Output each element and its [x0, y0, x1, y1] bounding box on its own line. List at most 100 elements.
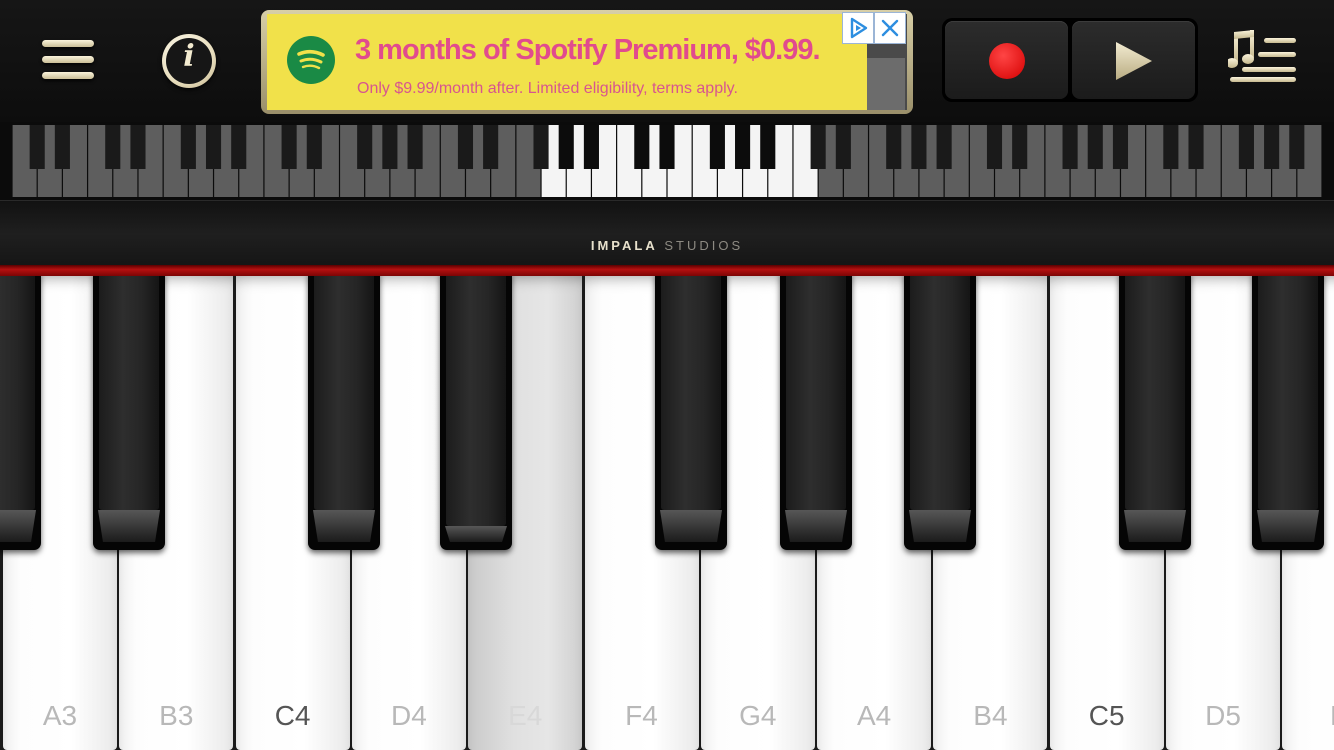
black-key[interactable] [308, 276, 380, 550]
black-key[interactable] [655, 276, 727, 550]
black-key-face [314, 276, 374, 510]
mini-black-key [205, 125, 222, 169]
mini-black-key [130, 125, 146, 169]
black-key-face [786, 276, 846, 510]
menu-line [42, 40, 94, 47]
mini-black-key [281, 125, 297, 169]
key-label: C5 [1088, 700, 1125, 731]
play-button[interactable] [1072, 21, 1195, 99]
mini-black-key [986, 125, 1003, 169]
key-label: D5 [1205, 700, 1241, 731]
black-key[interactable] [1252, 276, 1324, 550]
black-key-face [0, 276, 35, 510]
mini-black-key [1289, 125, 1305, 169]
black-key[interactable] [904, 276, 976, 550]
spotify-icon [287, 36, 335, 84]
black-key-lip [660, 510, 722, 542]
mini-black-key [29, 125, 45, 169]
key-label: E [1282, 700, 1334, 732]
top-toolbar: i 3 months of Spotify Premium, $0.99. On… [0, 0, 1334, 122]
menu-line [42, 72, 94, 79]
mini-black-key [180, 125, 196, 169]
black-key[interactable] [0, 276, 41, 550]
black-key-lip [909, 510, 971, 542]
key-label: E4 [508, 700, 543, 731]
red-felt-strip [0, 265, 1334, 276]
mini-black-key [936, 125, 952, 169]
black-key[interactable] [440, 276, 512, 550]
black-key-lip [785, 510, 847, 542]
mini-black-key [457, 125, 474, 169]
key-label: A4 [856, 700, 892, 731]
mini-black-key [659, 125, 675, 169]
mini-black-key [1264, 125, 1280, 169]
mini-black-key [357, 125, 373, 169]
key-label: C4 [274, 700, 311, 731]
ad-content[interactable]: 3 months of Spotify Premium, $0.99. Only… [267, 14, 867, 110]
mini-black-key [886, 125, 902, 169]
play-icon [1116, 42, 1152, 80]
ad-headline: 3 months of Spotify Premium, $0.99. [355, 34, 821, 66]
mini-black-key [1012, 125, 1028, 169]
black-key-lip [445, 526, 507, 542]
brand-name-light: STUDIOS [664, 238, 744, 253]
mini-black-key [835, 125, 851, 169]
black-key-lip [313, 510, 375, 542]
mini-black-key [558, 125, 574, 169]
black-key-face [99, 276, 159, 510]
mini-keyboard-navigator[interactable] [12, 125, 1322, 197]
mini-black-key [1238, 125, 1254, 169]
key-label: G4 [739, 700, 777, 731]
mini-black-key [911, 125, 927, 169]
hamburger-menu-icon[interactable] [38, 36, 98, 86]
black-key[interactable] [1119, 276, 1191, 550]
black-key-face [661, 276, 721, 510]
mini-black-key [810, 125, 826, 169]
mini-black-key [54, 125, 70, 169]
mini-black-key [583, 125, 599, 169]
adchoices-icon[interactable] [842, 12, 874, 44]
ad-close-icon[interactable] [874, 12, 906, 44]
mini-black-key [1087, 125, 1103, 169]
black-key[interactable] [780, 276, 852, 550]
key-label: B4 [973, 700, 1008, 731]
info-glyph: i [183, 39, 195, 74]
ad-subtext: Only $9.99/month after. Limited eligibil… [357, 80, 738, 97]
info-icon[interactable]: i [162, 34, 216, 88]
mini-black-key [407, 125, 423, 169]
transport-controls [942, 18, 1198, 102]
black-key-face [1258, 276, 1318, 510]
black-key-face [446, 276, 506, 526]
brand-name-bold: IMPALA [590, 238, 658, 253]
black-key[interactable] [93, 276, 165, 550]
mini-black-key [1163, 125, 1179, 169]
key-label: D4 [390, 700, 427, 731]
piano-fallboard [0, 200, 1334, 267]
piano-keyboard: A3 B3 C4 D4 E4 F4 G4 A4 B4 C5 D5 E [0, 276, 1334, 750]
black-key-face [1125, 276, 1185, 510]
black-key-lip [0, 510, 36, 542]
ad-banner[interactable]: 3 months of Spotify Premium, $0.99. Only… [261, 10, 913, 114]
key-label: B3 [159, 700, 194, 731]
mini-black-key [105, 125, 121, 169]
mini-black-key [634, 125, 650, 169]
mini-black-key [483, 125, 499, 169]
mini-black-key [306, 125, 322, 169]
menu-line [42, 56, 94, 63]
mini-black-key [735, 125, 751, 169]
black-key-face [910, 276, 970, 510]
mini-black-key [382, 125, 398, 169]
ad-side-panel-lower [867, 58, 905, 110]
mini-black-key [231, 125, 247, 169]
key-label: F4 [625, 700, 658, 731]
record-button[interactable] [945, 21, 1068, 99]
mini-black-key [1062, 125, 1078, 169]
music-list-icon[interactable] [1226, 30, 1300, 86]
mini-black-key [760, 125, 776, 169]
mini-black-key [709, 125, 725, 169]
brand-label: IMPALA STUDIOS [0, 238, 1334, 253]
black-key-lip [1257, 510, 1319, 542]
mini-black-key [533, 125, 549, 169]
record-icon [989, 43, 1025, 79]
black-key-lip [98, 510, 160, 542]
